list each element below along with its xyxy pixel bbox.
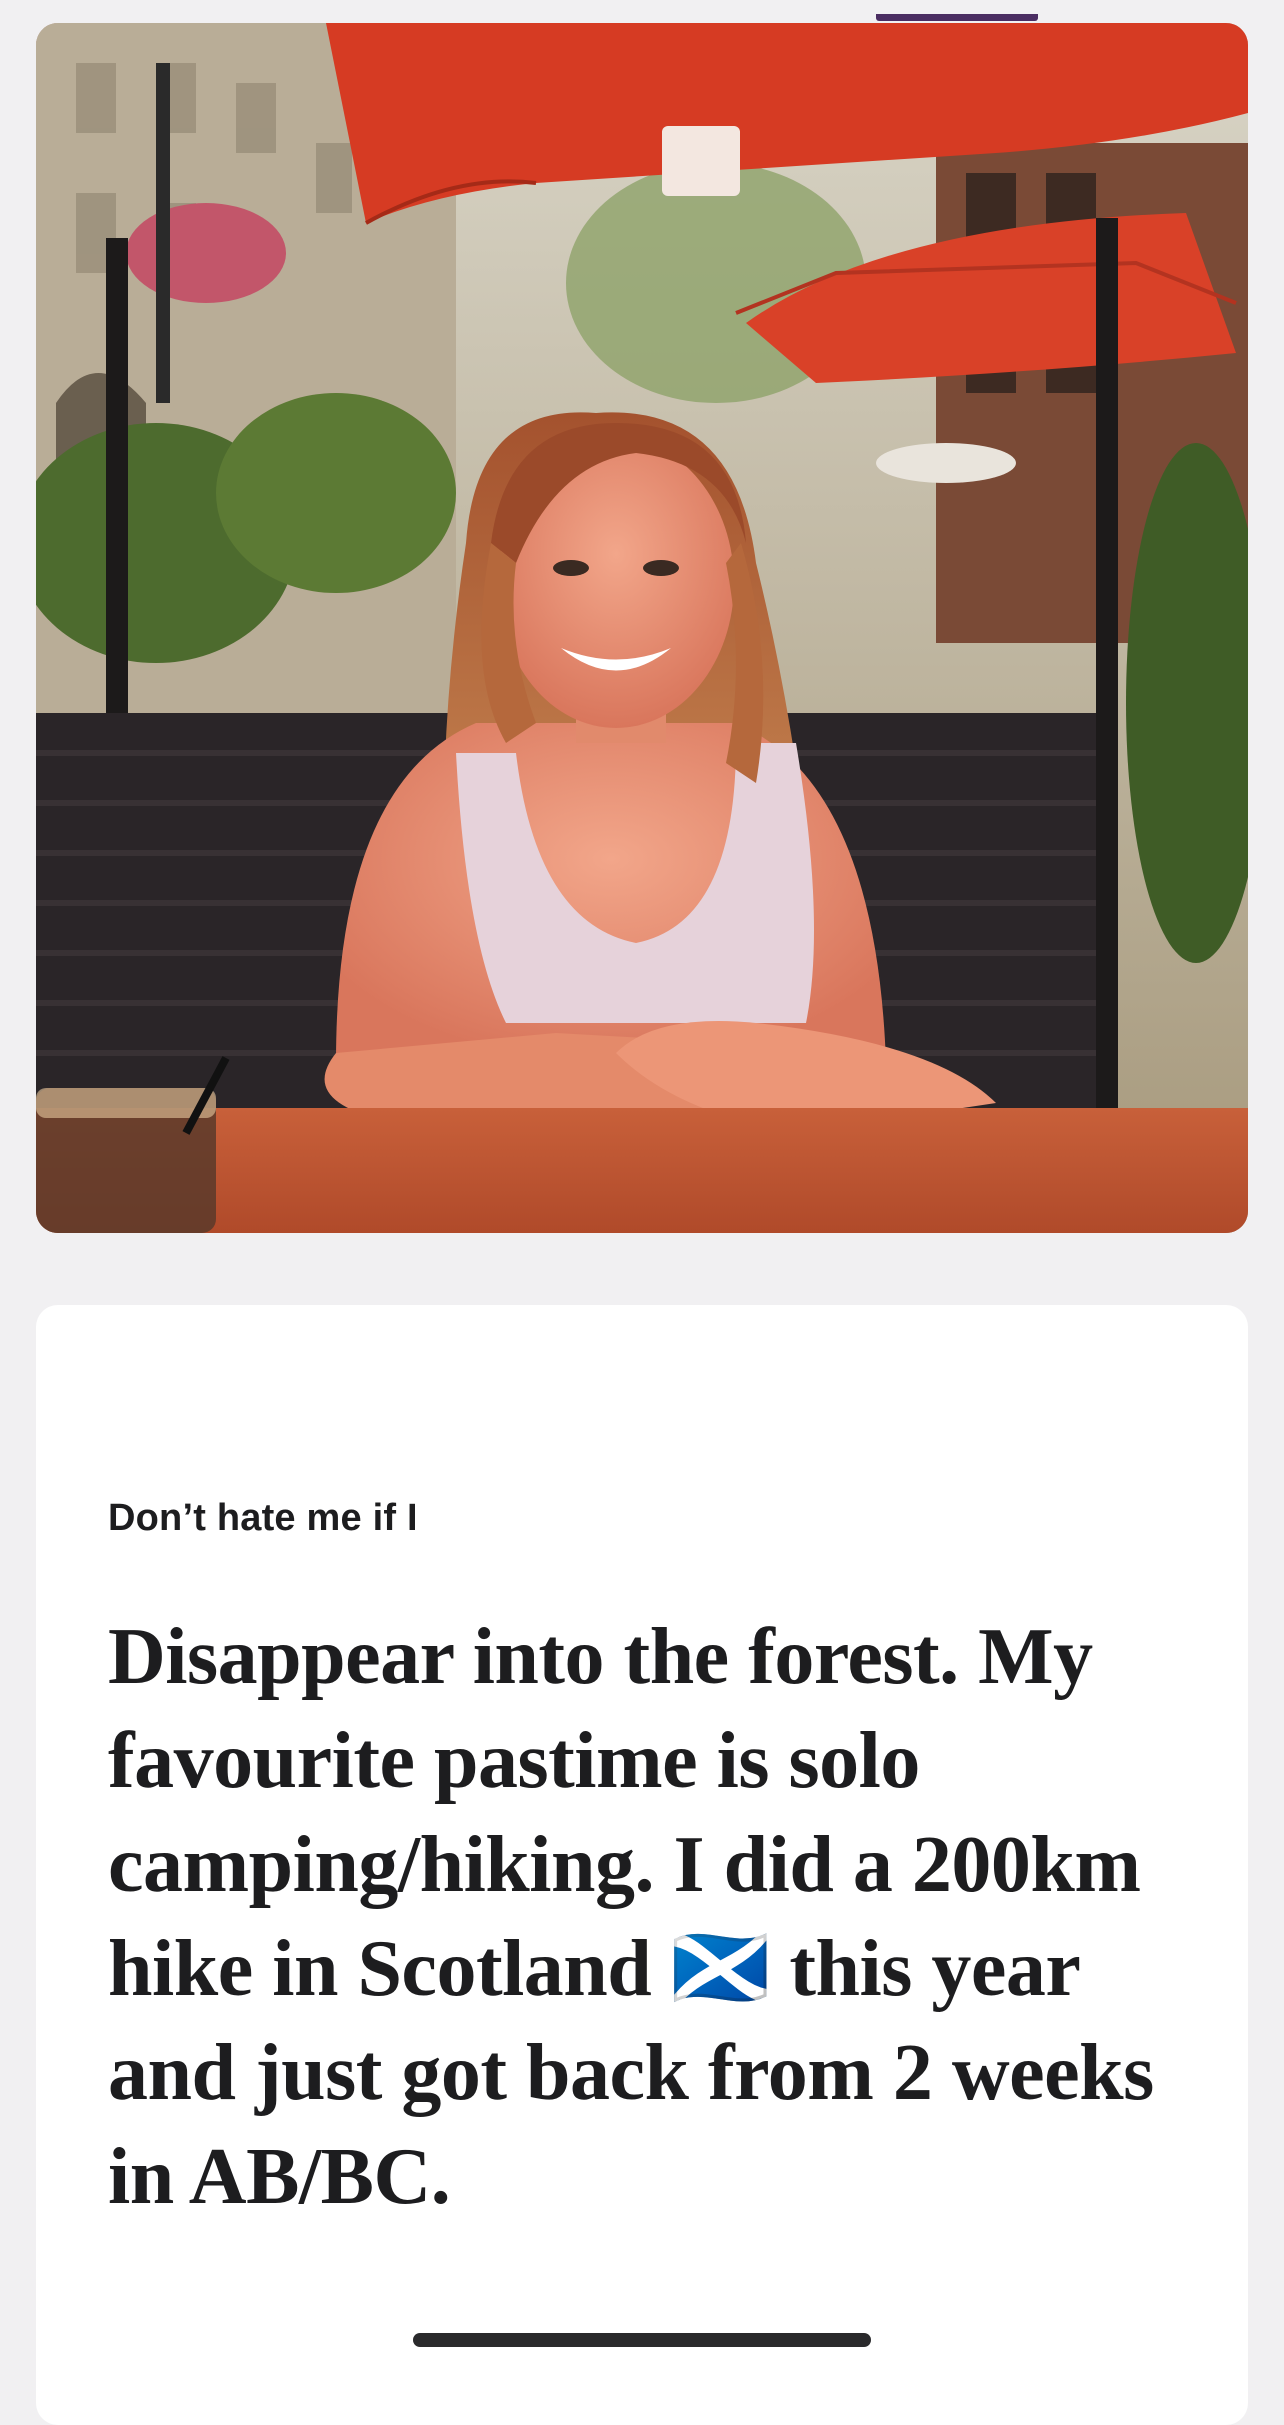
prompt-answer: Disappear into the forest. My favourite … [108, 1613, 1154, 2221]
profile-photo-image [36, 23, 1248, 1233]
profile-photo[interactable] [36, 23, 1248, 1233]
active-tab-indicator [876, 14, 1038, 21]
home-indicator-bar[interactable] [413, 2333, 871, 2347]
prompt-question: Don’t hate me if I [108, 1497, 418, 1539]
prompt-card[interactable]: Don’t hate me if I Disappear into the fo… [36, 1305, 1248, 2425]
